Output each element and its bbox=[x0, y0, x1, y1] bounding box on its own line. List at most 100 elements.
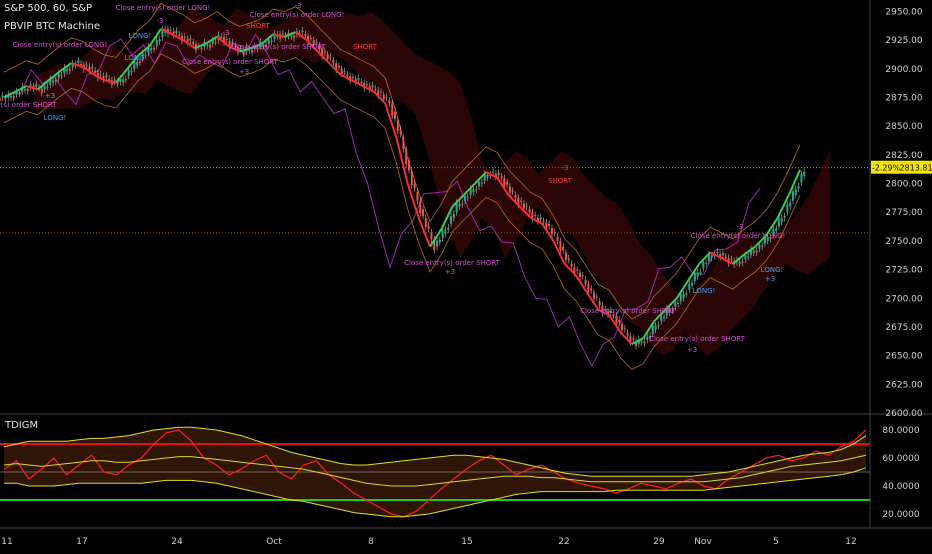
price-tick-label: 2675.00 bbox=[885, 323, 922, 333]
candle-body bbox=[80, 63, 83, 65]
candle-body bbox=[677, 302, 680, 305]
time-tick-label: 22 bbox=[558, 537, 569, 547]
candle-body bbox=[660, 316, 663, 322]
signal-annotation: Close entry(s) order SHORT bbox=[182, 58, 279, 66]
candle-body bbox=[68, 69, 71, 71]
chart-area: 2950.00 2925.00 2900.00 2875.00 2850.00 2825.… bbox=[0, 0, 932, 550]
price-tick-label: 2825.00 bbox=[885, 151, 922, 161]
cloud-band bbox=[34, 8, 830, 356]
candle-body bbox=[724, 256, 727, 259]
candle-body bbox=[413, 183, 416, 189]
candle-body bbox=[803, 171, 806, 177]
candle-body bbox=[175, 30, 178, 33]
candle-body bbox=[464, 196, 467, 201]
candle-body bbox=[436, 240, 439, 247]
candle-body bbox=[393, 111, 396, 119]
price-tick-label: 2650.00 bbox=[885, 352, 922, 362]
candle-body bbox=[800, 174, 803, 183]
candle-body bbox=[441, 230, 444, 239]
signal-annotation: -3 bbox=[223, 29, 230, 37]
candle-body bbox=[427, 225, 430, 229]
time-tick-label: 15 bbox=[461, 537, 472, 547]
candle-body bbox=[12, 96, 15, 99]
candle-body bbox=[702, 262, 705, 269]
candle-body bbox=[189, 38, 192, 41]
candle-body bbox=[40, 88, 43, 94]
signal-annotation: SHORT bbox=[548, 177, 573, 185]
price-tick-label: 2750.00 bbox=[885, 237, 922, 247]
candle-body bbox=[77, 60, 80, 64]
candle-body bbox=[360, 81, 363, 84]
candle-body bbox=[550, 228, 553, 235]
candle-body bbox=[758, 244, 761, 249]
candle-body bbox=[626, 332, 629, 336]
candle-body bbox=[1, 95, 4, 98]
candle-body bbox=[584, 279, 587, 284]
candle-body bbox=[595, 296, 598, 298]
candle-body bbox=[682, 293, 685, 299]
candle-body bbox=[270, 40, 273, 42]
candle-body bbox=[472, 189, 475, 193]
candle-body bbox=[209, 44, 212, 48]
candle-body bbox=[323, 51, 326, 53]
candle-body bbox=[752, 250, 755, 253]
candle-body bbox=[155, 39, 158, 46]
time-tick-label: 5 bbox=[773, 537, 779, 547]
candle-body bbox=[385, 96, 388, 98]
candle-body bbox=[578, 272, 581, 278]
chart-canvas: 2950.00 2925.00 2900.00 2875.00 2850.00 2825.… bbox=[0, 0, 932, 547]
candle-body bbox=[43, 85, 46, 90]
candle-body bbox=[556, 236, 559, 241]
candle-body bbox=[94, 70, 97, 73]
candle-body bbox=[497, 172, 500, 175]
candle-body bbox=[206, 44, 209, 46]
candle-body bbox=[534, 215, 537, 217]
price-tick-label: 2875.00 bbox=[885, 94, 922, 104]
candle-body bbox=[26, 88, 29, 92]
candle-body bbox=[309, 38, 312, 40]
candle-body bbox=[632, 338, 635, 340]
candle-body bbox=[430, 232, 433, 240]
candle-body bbox=[66, 69, 69, 72]
candle-body bbox=[438, 239, 441, 243]
candle-body bbox=[351, 77, 354, 79]
candle-body bbox=[545, 222, 548, 228]
candle-body bbox=[738, 261, 741, 264]
candle-body bbox=[391, 103, 394, 116]
candle-body bbox=[478, 181, 481, 187]
candle-body bbox=[503, 177, 506, 186]
time-tick-label: 24 bbox=[171, 537, 183, 547]
candle-body bbox=[621, 324, 624, 331]
signal-annotation: SHORT bbox=[246, 22, 271, 30]
signal-annotation: Close entry(s) order SHORT bbox=[230, 43, 327, 51]
candle-body bbox=[542, 220, 545, 223]
candle-body bbox=[581, 275, 584, 277]
candle-body bbox=[710, 255, 713, 259]
candle-body bbox=[688, 283, 691, 290]
price-tick-label: 2800.00 bbox=[885, 180, 922, 190]
candle-body bbox=[99, 74, 102, 76]
time-tick-label: 12 bbox=[845, 537, 856, 547]
candle-body bbox=[343, 70, 346, 72]
candle-body bbox=[10, 96, 13, 98]
candle-body bbox=[761, 245, 764, 247]
candle-body bbox=[346, 74, 349, 77]
candle-body bbox=[374, 88, 377, 91]
strategy-name: PBVIP BTC Machine bbox=[4, 21, 100, 32]
candle-body bbox=[60, 75, 63, 77]
candle-body bbox=[450, 216, 453, 224]
signal-annotation: LONG! bbox=[761, 266, 784, 274]
candle-body bbox=[685, 293, 688, 295]
signal-annotation: +3 bbox=[239, 68, 249, 76]
signal-annotation: +3 bbox=[445, 268, 455, 276]
candle-body bbox=[486, 174, 489, 178]
candle-body bbox=[214, 41, 217, 43]
candle-body bbox=[408, 160, 411, 171]
candle-body bbox=[329, 56, 332, 58]
candle-body bbox=[640, 341, 643, 343]
candle-body bbox=[158, 39, 161, 42]
candle-body bbox=[388, 100, 391, 104]
signal-annotation: Close entry(s) order LONG! bbox=[691, 232, 786, 240]
candle-body bbox=[422, 209, 425, 217]
candle-body bbox=[663, 317, 666, 319]
